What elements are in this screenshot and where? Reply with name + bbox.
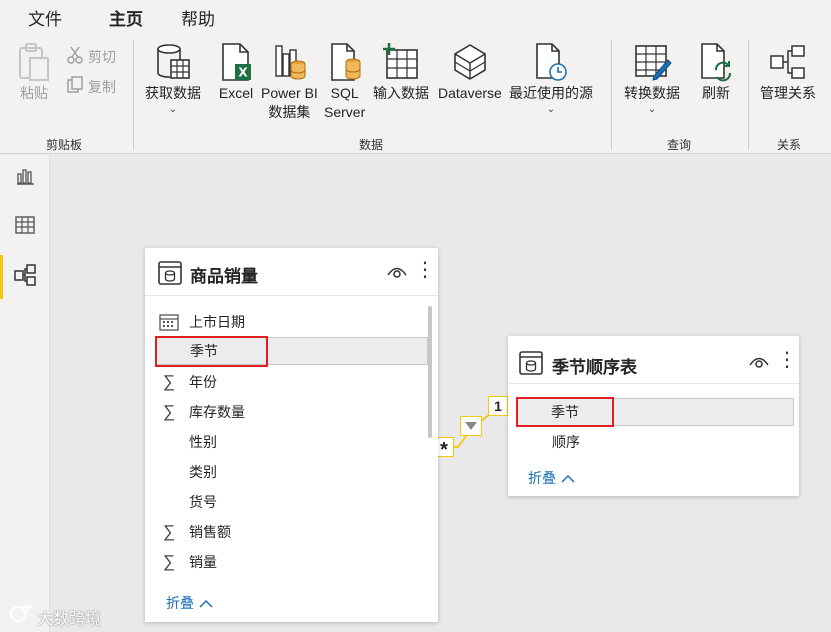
table-card-season-order[interactable]: 季节顺序表 ⋮ 季节 顺序 折叠 [508, 336, 799, 496]
field-stock-qty[interactable]: ∑ 库存数量 [145, 398, 427, 426]
table-title: 商品销量 [190, 267, 258, 286]
calendar-icon [159, 312, 179, 332]
field-season[interactable]: 季节 [155, 337, 428, 365]
field-sales-amount[interactable]: ∑ 销售额 [145, 518, 427, 546]
field-category[interactable]: 类别 [145, 458, 427, 486]
table-title: 季节顺序表 [552, 358, 637, 377]
table-icon [157, 260, 183, 291]
field-gender[interactable]: 性别 [145, 428, 427, 456]
watermark-logo-icon [8, 604, 34, 629]
chevron-up-icon [199, 595, 213, 611]
field-launch-date[interactable]: 上市日期 [145, 308, 427, 336]
field-season[interactable]: 季节 [517, 398, 794, 426]
field-sales-qty[interactable]: ∑ 销量 [145, 548, 427, 576]
eye-icon[interactable] [387, 265, 407, 284]
more-options-icon[interactable]: ⋮ [777, 350, 797, 370]
scrollbar[interactable] [428, 306, 432, 438]
table-card-sales[interactable]: 商品销量 ⋮ 上市日期 季节 ∑ 年份 ∑ 库存数量 性别 类别 货号 ∑ 销售… [145, 248, 438, 622]
table-card-header: 季节顺序表 ⋮ [508, 336, 799, 384]
field-order[interactable]: 顺序 [508, 428, 794, 456]
sigma-icon: ∑ [162, 372, 176, 391]
field-year[interactable]: ∑ 年份 [145, 368, 427, 396]
filter-direction-icon[interactable] [460, 416, 482, 436]
chevron-up-icon [561, 470, 575, 486]
eye-icon[interactable] [749, 355, 769, 374]
one-cardinality-badge: 1 [488, 396, 508, 416]
table-icon [518, 350, 544, 381]
watermark: 大数跨境 [8, 604, 101, 629]
more-options-icon[interactable]: ⋮ [415, 260, 435, 280]
table-card-header: 商品销量 ⋮ [145, 248, 438, 296]
sigma-icon: ∑ [162, 402, 176, 421]
field-item-no[interactable]: 货号 [145, 488, 427, 516]
collapse-button[interactable]: 折叠 [166, 593, 213, 613]
collapse-button[interactable]: 折叠 [528, 468, 575, 488]
sigma-icon: ∑ [162, 522, 176, 541]
sigma-icon: ∑ [162, 552, 176, 571]
